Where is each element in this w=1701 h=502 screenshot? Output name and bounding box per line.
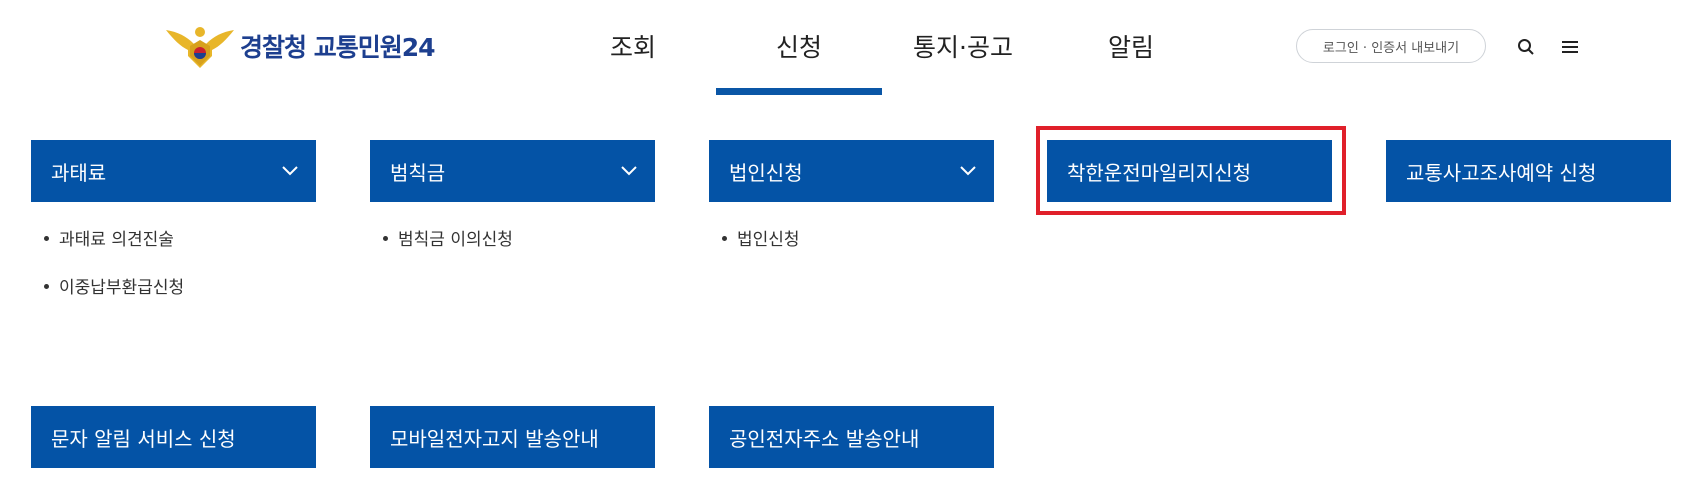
bullet-icon [722, 236, 727, 241]
bullet-icon [383, 236, 388, 241]
nav-item-inquiry[interactable]: 조회 [610, 28, 656, 64]
sub-fine-refund-label: 이중납부환급신청 [59, 278, 185, 298]
menu-penalty-label: 범칙금 [390, 160, 446, 185]
menu-mobile-notice[interactable]: 모바일전자고지 발송안내 [370, 406, 655, 468]
menu-fine[interactable]: 과태료 [31, 140, 316, 202]
nav-item-notice[interactable]: 통지·공고 [913, 28, 1013, 64]
menu-corporate[interactable]: 법인신청 [709, 140, 994, 202]
sub-fine-opinion-label: 과태료 의견진술 [59, 230, 174, 250]
nav-item-alert[interactable]: 알림 [1108, 28, 1154, 64]
menu-penalty[interactable]: 범칙금 [370, 140, 655, 202]
sub-fine-opinion[interactable]: 과태료 의견진술 [44, 225, 174, 250]
sub-corporate-apply-label: 법인신청 [737, 230, 800, 250]
logo-text: 경찰청 교통민원24 [240, 33, 435, 62]
menu-accident-reservation[interactable]: 교통사고조사예약 신청 [1386, 140, 1671, 202]
chevron-down-icon [960, 166, 976, 176]
menu-good-driving-mileage-label: 착한운전마일리지신청 [1067, 160, 1251, 185]
menu-good-driving-mileage[interactable]: 착한운전마일리지신청 [1047, 140, 1332, 202]
active-nav-indicator [716, 88, 882, 95]
site-logo[interactable]: 경찰청 교통민원24 [164, 22, 435, 70]
sub-fine-refund[interactable]: 이중납부환급신청 [44, 273, 184, 298]
bullet-icon [44, 236, 49, 241]
menu-mobile-notice-label: 모바일전자고지 발송안내 [390, 426, 599, 451]
menu-corporate-label: 법인신청 [729, 160, 803, 185]
menu-fine-label: 과태료 [51, 160, 107, 185]
sub-penalty-objection[interactable]: 범칙금 이의신청 [383, 225, 513, 250]
sub-penalty-objection-label: 범칙금 이의신청 [398, 230, 513, 250]
sub-corporate-apply[interactable]: 법인신청 [722, 225, 800, 250]
nav-item-apply[interactable]: 신청 [776, 28, 822, 64]
login-button[interactable]: 로그인 · 인증서 내보내기 [1296, 29, 1486, 63]
menu-sms-alert-label: 문자 알림 서비스 신청 [51, 426, 236, 451]
bullet-icon [44, 284, 49, 289]
search-icon[interactable] [1515, 36, 1537, 58]
menu-icon[interactable] [1559, 36, 1581, 58]
menu-certified-address[interactable]: 공인전자주소 발송안내 [709, 406, 994, 468]
menu-certified-address-label: 공인전자주소 발송안내 [729, 426, 920, 451]
chevron-down-icon [621, 166, 637, 176]
police-emblem-icon [166, 27, 234, 68]
chevron-down-icon [282, 166, 298, 176]
menu-accident-reservation-label: 교통사고조사예약 신청 [1406, 160, 1597, 185]
menu-sms-alert[interactable]: 문자 알림 서비스 신청 [31, 406, 316, 468]
